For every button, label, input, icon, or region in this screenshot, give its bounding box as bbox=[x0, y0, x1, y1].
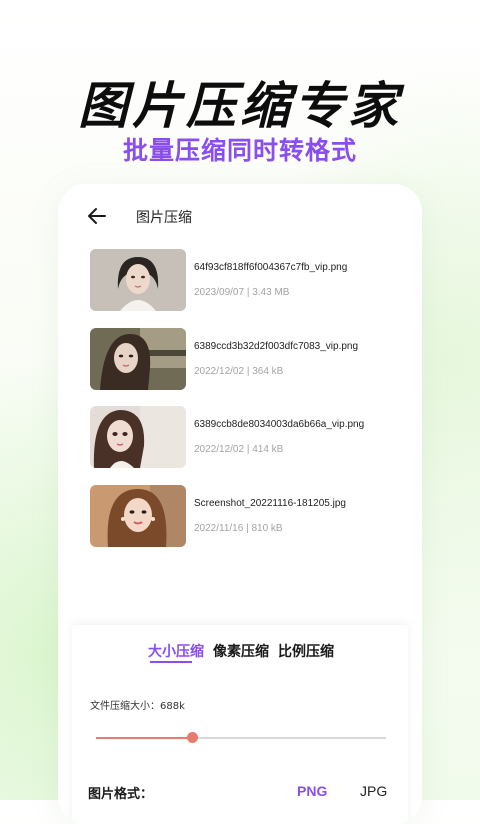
file-thumbnail bbox=[90, 484, 186, 547]
compression-panel: 大小压缩 像素压缩 比例压缩 文件压缩大小：688k 图片格式： PNG JPG bbox=[72, 625, 408, 824]
file-name: 64f93cf818ff6f004367c7fb_vip.png bbox=[194, 262, 348, 273]
file-list-item[interactable]: 6389ccd3b32d2f003dfc7083_vip.png 2022/12… bbox=[90, 327, 410, 407]
format-option-jpg[interactable]: JPG bbox=[360, 783, 387, 799]
file-list-item[interactable]: Screenshot_20221116-181205.jpg 2022/11/1… bbox=[90, 484, 410, 564]
compression-size-label: 文件压缩大小：688k bbox=[90, 701, 185, 712]
app-bar: 图片压缩 bbox=[58, 184, 422, 248]
slider-thumb[interactable] bbox=[186, 732, 198, 743]
active-tab-indicator bbox=[150, 661, 192, 663]
promo-subtitle: 批量压缩同时转格式 bbox=[122, 136, 357, 165]
file-thumbnail bbox=[90, 249, 186, 311]
file-name: 6389ccb8de8034003da6b66a_vip.png bbox=[194, 419, 365, 430]
file-meta: 2022/12/02 | 414 kB bbox=[194, 444, 284, 455]
format-label: 图片格式： bbox=[88, 787, 154, 802]
slider-fill bbox=[96, 737, 192, 739]
file-list-item[interactable]: 64f93cf818ff6f004367c7fb_vip.png 2023/09… bbox=[90, 249, 410, 328]
file-meta: 2022/11/16 | 810 kB bbox=[194, 522, 283, 534]
file-name: Screenshot_20221116-181205.jpg bbox=[194, 497, 346, 509]
file-list-item[interactable]: 6389ccb8de8034003da6b66a_vip.png 2022/12… bbox=[90, 406, 410, 485]
file-thumbnail bbox=[90, 327, 186, 390]
page-title: 图片压缩 bbox=[136, 210, 192, 226]
file-thumbnail bbox=[90, 406, 186, 468]
tab-ratio-compression[interactable]: 比例压缩 bbox=[278, 641, 334, 661]
file-meta: 2023/09/07 | 3.43 MB bbox=[194, 287, 290, 298]
tab-pixel-compression[interactable]: 像素压缩 bbox=[213, 641, 269, 661]
app-screen: 图片压缩 64f93cf818ff6f004367c7fb_vip.png 20… bbox=[58, 184, 422, 824]
promo-title: 图片压缩专家 bbox=[78, 77, 402, 135]
file-list: 64f93cf818ff6f004367c7fb_vip.png 2023/09… bbox=[90, 249, 410, 563]
format-option-png[interactable]: PNG bbox=[297, 783, 327, 799]
tab-size-compression[interactable]: 大小压缩 bbox=[148, 641, 204, 661]
compression-tabs: 大小压缩 像素压缩 比例压缩 bbox=[72, 625, 408, 665]
arrow-left-icon[interactable] bbox=[86, 205, 108, 227]
file-name: 6389ccd3b32d2f003dfc7083_vip.png bbox=[194, 340, 359, 352]
file-meta: 2022/12/02 | 364 kB bbox=[194, 365, 284, 377]
compression-size-slider[interactable] bbox=[96, 730, 386, 746]
